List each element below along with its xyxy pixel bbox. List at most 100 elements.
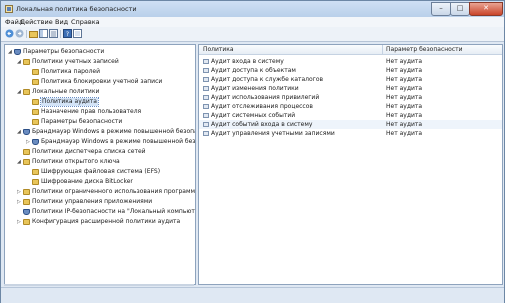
folder-icon: [23, 219, 30, 225]
table-row[interactable]: Аудит использования привилегий Нет аудита: [199, 93, 502, 102]
column-divider[interactable]: [382, 45, 383, 54]
column-header-setting[interactable]: Параметр безопасности: [386, 46, 463, 53]
tree-node-label[interactable]: Назначение прав пользователя: [41, 108, 141, 116]
policy-item-icon: [203, 95, 209, 100]
tree-node-label[interactable]: Шифрование диска BitLocker: [41, 178, 133, 186]
policy-name: Аудит доступа к объектам: [211, 67, 296, 74]
title-bar[interactable]: Локальная политика безопасности – □ ✕: [1, 1, 504, 17]
expand-toggle-icon[interactable]: ▷: [26, 138, 31, 146]
expand-toggle-icon[interactable]: ◢: [8, 48, 13, 56]
folder-icon: [23, 199, 30, 205]
forward-arrow-icon[interactable]: [15, 29, 24, 38]
tree-node-label[interactable]: Параметры безопасности: [23, 48, 104, 56]
folder-icon: [32, 169, 39, 175]
tree-horizontal-scrollbar[interactable]: [4, 284, 194, 286]
tree-node-label[interactable]: Политики открытого ключа: [32, 158, 120, 166]
expand-toggle-icon[interactable]: ◢: [17, 158, 22, 166]
close-button[interactable]: ✕: [469, 2, 503, 16]
menu-action[interactable]: Действие: [20, 18, 53, 26]
table-row[interactable]: Аудит входа в систему Нет аудита: [199, 57, 502, 66]
column-header-policy[interactable]: Политика: [203, 46, 234, 53]
policy-name: Аудит отслеживания процессов: [211, 103, 313, 110]
policy-name: Аудит системных событий: [211, 112, 296, 119]
expand-toggle-icon[interactable]: ◢: [17, 88, 22, 96]
tree-node-label[interactable]: Политики ограниченного использования про…: [32, 188, 195, 196]
policy-name: Аудит входа в систему: [211, 58, 284, 65]
policy-setting: Нет аудита: [386, 58, 423, 65]
policy-setting: Нет аудита: [386, 103, 423, 110]
tree-node-label[interactable]: Политика аудита: [40, 97, 99, 107]
tree-node-label[interactable]: Политики учетных записей: [32, 58, 119, 66]
expand-toggle-icon[interactable]: ▷: [17, 188, 22, 196]
tree-node-label[interactable]: Политики IP-безопасности на "Локальный к…: [32, 208, 195, 216]
security-shield-icon: [14, 49, 21, 55]
help-icon[interactable]: ?: [63, 29, 72, 38]
tree-node-label[interactable]: Параметры безопасности: [41, 118, 122, 126]
policy-item-icon: [203, 104, 209, 109]
folder-icon: [23, 159, 30, 165]
policy-name: Аудит изменения политики: [211, 85, 299, 92]
policy-item-icon: [203, 68, 209, 73]
table-row[interactable]: Аудит отслеживания процессов Нет аудита: [199, 102, 502, 111]
tree-node-label[interactable]: Политика блокировки учетной записи: [41, 78, 162, 86]
tree-node-label[interactable]: Политики диспетчера списка сетей: [32, 148, 146, 156]
up-folder-icon[interactable]: [29, 29, 38, 38]
expand-toggle-icon[interactable]: ▷: [17, 198, 22, 206]
tree-node-label[interactable]: Локальные политики: [32, 88, 99, 96]
maximize-button[interactable]: □: [450, 2, 470, 16]
navigation-tree[interactable]: ◢ Параметры безопасности ◢ Политики учетных…: [4, 44, 196, 285]
policy-name: Аудит использования привилегий: [211, 94, 320, 101]
menu-bar: Файл Действие Вид Справка: [1, 17, 504, 27]
policy-setting: Нет аудита: [386, 76, 423, 83]
policy-setting: Нет аудита: [386, 121, 423, 128]
show-hide-tree-icon[interactable]: [39, 29, 48, 38]
back-arrow-icon[interactable]: [5, 29, 14, 38]
window-title: Локальная политика безопасности: [16, 5, 137, 13]
tree-node-label[interactable]: Брандмауэр Windows в режиме повышенной б…: [32, 128, 195, 136]
policy-setting: Нет аудита: [386, 85, 423, 92]
policy-name: Аудит событий входа в систему: [211, 121, 313, 128]
app-window: Локальная политика безопасности – □ ✕ Фа…: [0, 0, 505, 303]
minimize-button[interactable]: –: [431, 2, 451, 16]
policy-setting: Нет аудита: [386, 130, 423, 137]
expand-toggle-icon[interactable]: ◢: [17, 58, 22, 66]
table-row[interactable]: Аудит изменения политики Нет аудита: [199, 84, 502, 93]
folder-icon: [32, 79, 39, 85]
tree-node-label[interactable]: Политика паролей: [41, 68, 100, 76]
policy-name: Аудит доступа к службе каталогов: [211, 76, 324, 83]
tree-node-label[interactable]: Брандмауэр Windows в режиме повышенной б…: [41, 138, 195, 146]
table-row[interactable]: Аудит доступа к объектам Нет аудита: [199, 66, 502, 75]
folder-icon: [32, 119, 39, 125]
tree-node-label[interactable]: Конфигурация расширенной политики аудита: [32, 218, 180, 226]
table-row[interactable]: Аудит управления учетными записями Нет ау…: [199, 129, 502, 138]
menu-view[interactable]: Вид: [55, 18, 68, 26]
policy-item-icon: [203, 122, 209, 127]
expand-toggle-icon[interactable]: ▷: [17, 218, 22, 226]
policy-setting: Нет аудита: [386, 67, 423, 74]
table-row[interactable]: Аудит системных событий Нет аудита: [199, 111, 502, 120]
export-list-icon[interactable]: [49, 29, 58, 38]
tree-node-label[interactable]: Политики управления приложениями: [32, 198, 152, 206]
policy-item-icon: [203, 77, 209, 82]
toolbar-separator: [26, 30, 27, 38]
tree-node-label[interactable]: Шифрующая файловая система (EFS): [41, 168, 160, 176]
properties-icon[interactable]: [73, 29, 82, 38]
status-bar: [1, 287, 504, 303]
toolbar-separator: [60, 30, 61, 38]
menu-help[interactable]: Справка: [71, 18, 100, 26]
table-row[interactable]: Аудит доступа к службе каталогов Нет ауди…: [199, 75, 502, 84]
policy-item-icon: [203, 113, 209, 118]
table-row[interactable]: Аудит событий входа в систему Нет аудита: [199, 120, 502, 129]
expand-toggle-icon[interactable]: ◢: [17, 128, 22, 136]
folder-icon: [32, 109, 39, 115]
list-header: Политика Параметр безопасности: [199, 45, 502, 55]
policy-item-icon: [203, 59, 209, 64]
